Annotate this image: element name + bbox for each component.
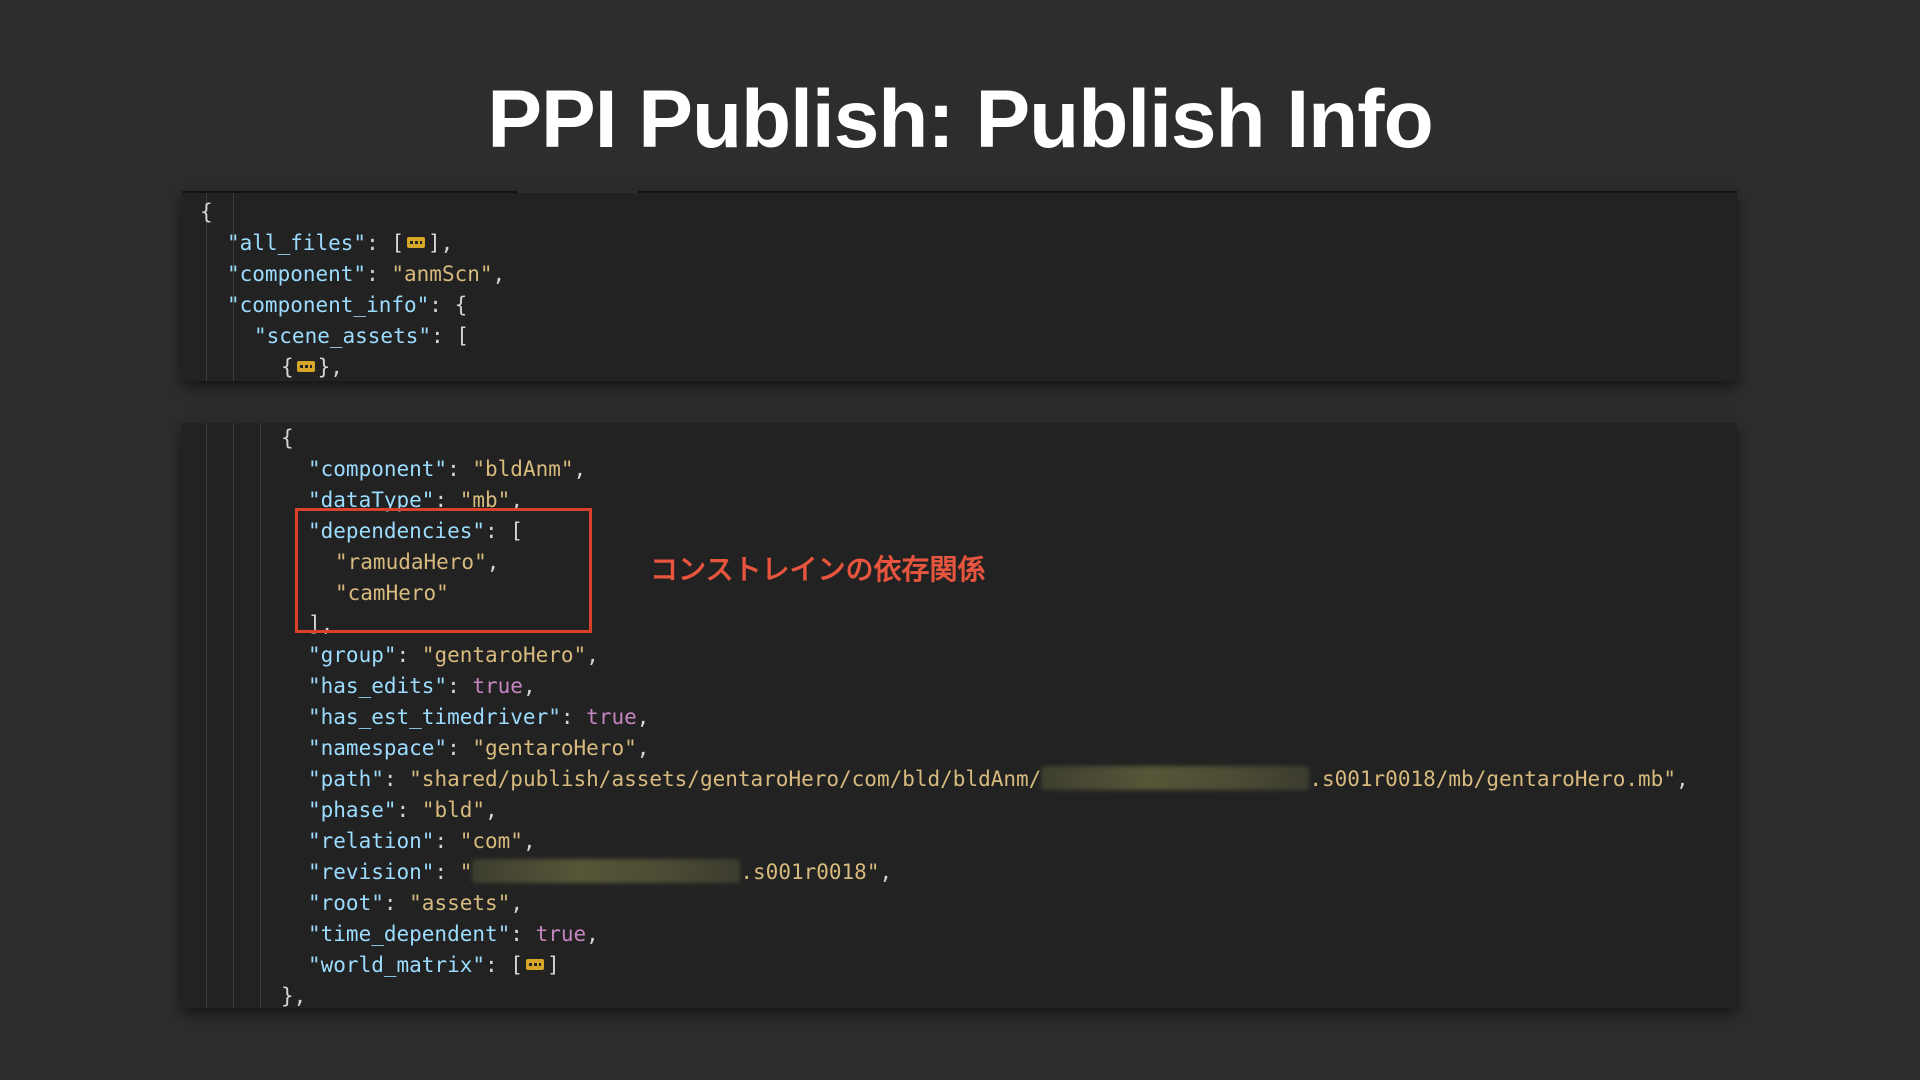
json-punctuation: , — [636, 736, 650, 760]
json-string: " — [459, 860, 473, 884]
json-punctuation: : { — [429, 293, 468, 317]
code-line: "namespace": "gentaroHero", — [308, 733, 649, 764]
json-punctuation: }, — [281, 984, 307, 1008]
code-line: "scene_assets": [ — [254, 321, 469, 352]
json-key: "component" — [308, 457, 448, 481]
json-string: "assets" — [409, 891, 511, 915]
json-key: "component_info" — [227, 293, 430, 317]
json-key: "time_dependent" — [308, 922, 511, 946]
json-punctuation: : [ — [366, 231, 405, 255]
json-punctuation: , — [492, 262, 506, 286]
collapsed-fold-icon[interactable] — [296, 360, 315, 372]
json-punctuation: : — [383, 891, 410, 915]
json-punctuation: : — [366, 262, 392, 286]
json-punctuation: : — [560, 705, 587, 729]
json-string: "bld" — [421, 798, 486, 822]
json-string: "shared/publish/assets/gentaroHero/com/b… — [409, 767, 1042, 791]
json-punctuation: , — [573, 457, 587, 481]
json-key: "scene_assets" — [254, 324, 432, 348]
json-punctuation: , — [485, 798, 498, 822]
json-punctuation: { — [281, 426, 294, 450]
json-string: "com" — [459, 829, 523, 853]
code-line: "world_matrix": [] — [308, 950, 560, 981]
json-punctuation: , — [522, 829, 536, 853]
code-line: "has_est_timedriver": true, — [308, 702, 649, 733]
json-key: "path" — [308, 767, 384, 791]
code-line: "path": "shared/publish/assets/gentaroHe… — [308, 764, 1689, 795]
json-key: "group" — [308, 643, 397, 667]
code-line: }, — [281, 981, 306, 1012]
json-punctuation: ], — [428, 231, 454, 255]
indent-guide — [206, 423, 207, 1008]
code-line: "time_dependent": true, — [308, 919, 599, 950]
json-punctuation: : — [447, 674, 473, 698]
redacted-text — [1041, 766, 1310, 790]
code-line: {}, — [281, 352, 343, 383]
json-punctuation: : — [447, 457, 473, 481]
code-line: "has_edits": true, — [308, 671, 536, 702]
json-punctuation: { — [200, 200, 213, 224]
json-punctuation: : — [434, 829, 460, 853]
json-punctuation: : [ — [431, 324, 469, 348]
json-punctuation: , — [510, 891, 523, 915]
json-punctuation: : — [383, 767, 410, 791]
json-punctuation: { — [281, 355, 294, 379]
code-line: "component": "anmScn", — [227, 259, 505, 290]
json-punctuation: : — [447, 736, 473, 760]
code-line: "component_info": { — [227, 290, 467, 321]
code-line: "root": "assets", — [308, 888, 523, 919]
json-boolean: true — [586, 705, 637, 729]
json-key: "has_est_timedriver" — [308, 705, 561, 729]
json-key: "revision" — [308, 860, 435, 884]
code-line: "revision": " .s001r0018", — [308, 857, 892, 888]
code-line: "phase": "bld", — [308, 795, 498, 826]
redacted-text — [472, 859, 741, 883]
code-line: { — [281, 423, 294, 454]
json-punctuation: }, — [317, 355, 343, 379]
code-line: { — [200, 197, 213, 228]
code-line: "all_files": [], — [227, 228, 453, 259]
json-key: "component" — [227, 262, 367, 286]
json-punctuation: , — [879, 860, 893, 884]
code-panel-top: {"all_files": [], "component": "anmScn", "… — [182, 191, 1737, 381]
json-punctuation: : — [434, 860, 460, 884]
json-string: .s001r0018/mb/gentaroHero.mb" — [1309, 767, 1676, 791]
indent-guide — [233, 423, 234, 1008]
json-key: "world_matrix" — [308, 953, 486, 977]
json-key: "relation" — [308, 829, 435, 853]
json-string: "gentaroHero" — [472, 736, 637, 760]
json-string: .s001r0018" — [740, 860, 880, 884]
json-punctuation: : — [396, 798, 422, 822]
slide-title: PPI Publish: Publish Info — [487, 74, 1433, 165]
editor-tab-marker — [518, 191, 638, 193]
json-string: "anmScn" — [391, 262, 493, 286]
json-punctuation: , — [636, 705, 650, 729]
json-string: "bldAnm" — [472, 457, 574, 481]
json-punctuation: , — [1675, 767, 1689, 791]
json-key: "has_edits" — [308, 674, 448, 698]
json-punctuation: , — [586, 643, 599, 667]
json-key: "namespace" — [308, 736, 448, 760]
code-line: "group": "gentaroHero", — [308, 640, 599, 671]
json-punctuation: , — [586, 922, 599, 946]
collapsed-fold-icon[interactable] — [525, 958, 544, 970]
json-punctuation: : — [510, 922, 536, 946]
indent-guide — [260, 423, 261, 1008]
code-line: "component": "bldAnm", — [308, 454, 586, 485]
dependencies-highlight-box — [295, 508, 592, 633]
json-punctuation: : — [396, 643, 422, 667]
json-boolean: true — [472, 674, 523, 698]
code-line: "relation": "com", — [308, 826, 536, 857]
json-punctuation: : [ — [485, 953, 523, 977]
json-key: "phase" — [308, 798, 397, 822]
json-punctuation: , — [522, 674, 536, 698]
dependencies-annotation: コンストレインの依存関係 — [650, 553, 986, 586]
json-key: "all_files" — [227, 231, 367, 255]
collapsed-fold-icon[interactable] — [407, 236, 426, 248]
json-string: "gentaroHero" — [421, 643, 587, 667]
json-boolean: true — [535, 922, 587, 946]
json-key: "root" — [308, 891, 384, 915]
json-punctuation: ] — [546, 953, 560, 977]
